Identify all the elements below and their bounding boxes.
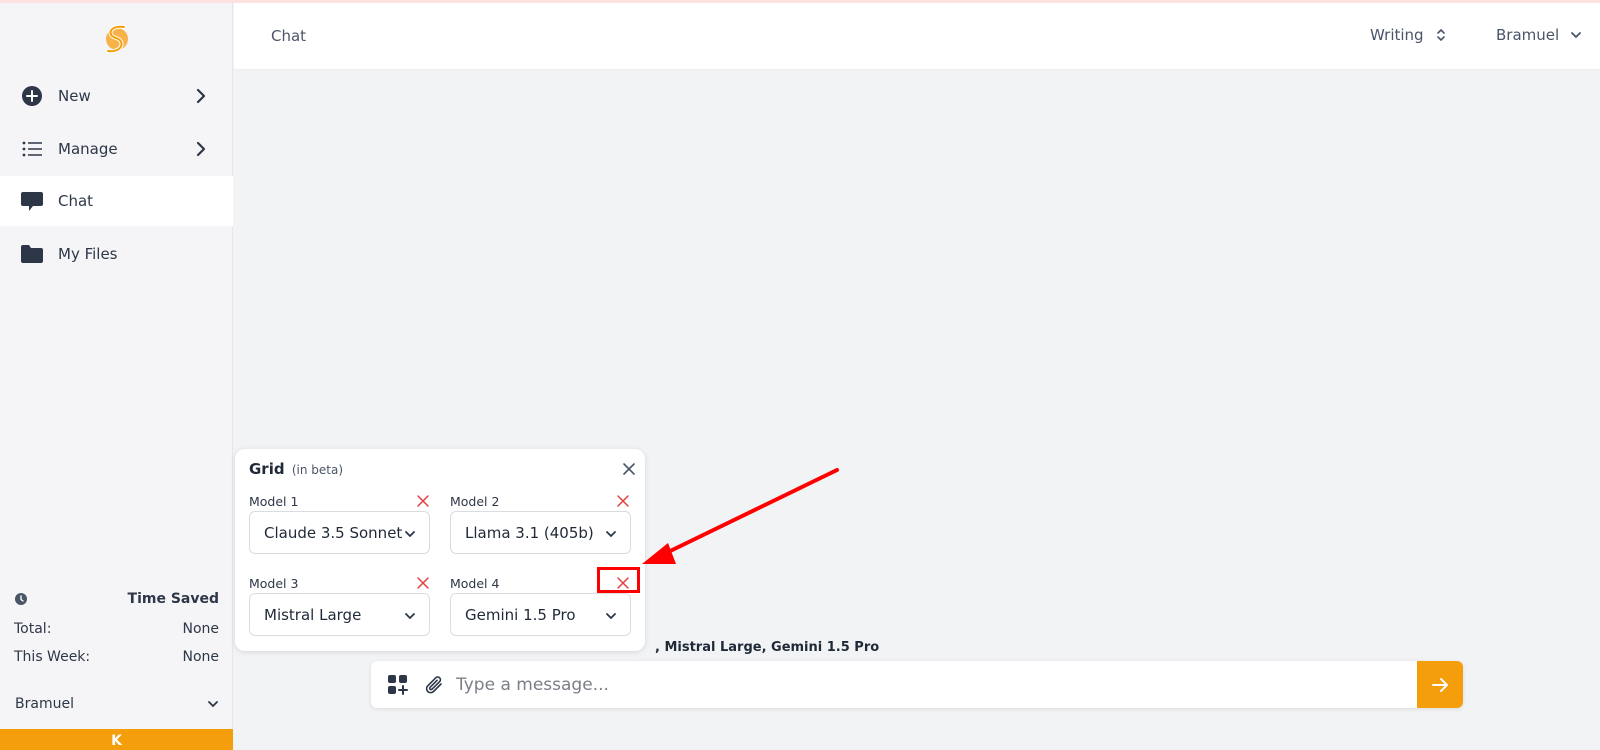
- sidebar-user-menu[interactable]: Bramuel: [15, 696, 220, 712]
- model-4-value: Gemini 1.5 Pro: [465, 605, 576, 624]
- time-saved-week-row: This Week: None: [14, 649, 219, 665]
- time-saved-title: Time Saved: [127, 591, 219, 607]
- week-label: This Week:: [14, 649, 91, 665]
- grid-title-text: Grid: [249, 460, 285, 478]
- chevron-right-icon: [196, 88, 206, 104]
- top-header: Chat Writing Bramuel: [234, 3, 1600, 70]
- chevron-down-icon: [1571, 32, 1582, 39]
- list-icon: [20, 137, 44, 161]
- model-2-value: Llama 3.1 (405b): [465, 523, 594, 542]
- send-button[interactable]: [1417, 661, 1463, 708]
- sidebar-item-my-files[interactable]: My Files: [0, 229, 233, 279]
- folder-icon: [20, 242, 44, 266]
- model-2-select[interactable]: Llama 3.1 (405b): [450, 511, 631, 554]
- remove-model-1-icon[interactable]: [416, 494, 430, 508]
- plus-circle-icon: [20, 84, 44, 108]
- model-1-value: Claude 3.5 Sonnet: [264, 523, 403, 542]
- remove-model-3-icon[interactable]: [416, 576, 430, 590]
- week-value: None: [182, 649, 219, 665]
- arrow-right-icon: [1432, 677, 1448, 692]
- model-1-select[interactable]: Claude 3.5 Sonnet: [249, 511, 430, 554]
- model-2-label: Model 2: [450, 494, 500, 509]
- user-name: Bramuel: [1496, 26, 1560, 44]
- chevron-right-icon: [196, 141, 206, 157]
- close-icon[interactable]: [621, 461, 637, 477]
- sidebar-item-chat[interactable]: Chat: [0, 176, 233, 226]
- grid-panel: Grid (in beta) Model 1 Claude 3.5 Sonnet…: [235, 449, 645, 651]
- total-value: None: [182, 621, 219, 637]
- chevron-down-icon: [606, 613, 616, 620]
- paperclip-icon[interactable]: [423, 674, 445, 696]
- app-logo-icon[interactable]: [100, 21, 134, 57]
- total-label: Total:: [14, 621, 52, 637]
- selected-models-summary: , Mistral Large, Gemini 1.5 Pro: [655, 640, 880, 655]
- chat-bubble-icon: [20, 189, 44, 213]
- time-saved-panel: Time Saved Total: None This Week: None: [14, 589, 219, 665]
- grid-title: Grid (in beta): [249, 460, 343, 478]
- user-menu[interactable]: Bramuel: [1496, 26, 1583, 44]
- model-3-label: Model 3: [249, 576, 299, 591]
- mode-selector[interactable]: Writing: [1370, 26, 1448, 44]
- model-3-select[interactable]: Mistral Large: [249, 593, 430, 636]
- chevron-up-down-icon: [1436, 28, 1445, 42]
- collapse-bar[interactable]: K: [0, 729, 233, 750]
- model-3-value: Mistral Large: [264, 605, 362, 624]
- sidebar-item-label: My Files: [58, 245, 118, 263]
- sidebar-item-label: Chat: [58, 192, 94, 210]
- message-input[interactable]: [456, 669, 1376, 701]
- sidebar: New Manage Chat My Files Time Saved Tota: [0, 3, 233, 750]
- model-4-label: Model 4: [450, 576, 500, 591]
- annotation-highlight-box: [597, 567, 640, 593]
- time-saved-total-row: Total: None: [14, 621, 219, 637]
- model-4-select[interactable]: Gemini 1.5 Pro: [450, 593, 631, 636]
- chevron-down-icon: [405, 613, 415, 620]
- mode-label: Writing: [1370, 26, 1424, 44]
- chevron-down-icon: [405, 531, 415, 538]
- sidebar-item-new[interactable]: New: [0, 71, 233, 121]
- chevron-down-icon: [606, 531, 616, 538]
- remove-model-2-icon[interactable]: [616, 494, 630, 508]
- model-1-label: Model 1: [249, 494, 299, 509]
- sidebar-item-label: Manage: [58, 140, 118, 158]
- sidebar-user-name: Bramuel: [15, 696, 74, 712]
- grid-beta-label: (in beta): [291, 463, 344, 477]
- page-title: Chat: [271, 27, 307, 45]
- clock-icon: [15, 593, 27, 605]
- sidebar-item-label: New: [58, 87, 91, 105]
- grid-add-icon[interactable]: [387, 674, 409, 696]
- chevron-down-icon: [208, 701, 218, 708]
- collapse-bar-label: K: [111, 733, 122, 749]
- sidebar-item-manage[interactable]: Manage: [0, 124, 233, 174]
- chat-input-bar: [371, 661, 1463, 708]
